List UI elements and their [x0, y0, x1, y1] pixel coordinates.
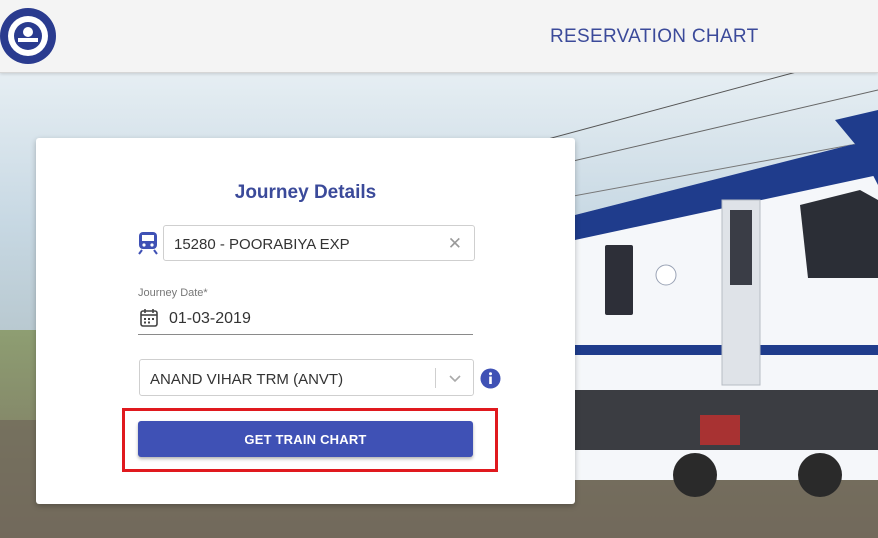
journey-details-card: Journey Details 15280 - POORABIYA EXP ✕ …	[36, 138, 575, 504]
train-input-value: 15280 - POORABIYA EXP	[174, 236, 350, 253]
chevron-down-icon[interactable]	[447, 370, 463, 386]
journey-date-field[interactable]: 01-03-2019	[169, 310, 251, 328]
train-icon	[138, 232, 158, 255]
card-title: Journey Details	[234, 182, 377, 203]
train-input[interactable]: 15280 - POORABIYA EXP ✕	[163, 225, 475, 261]
select-divider	[435, 368, 436, 388]
station-select[interactable]: ANAND VIHAR TRM (ANVT)	[139, 359, 474, 396]
date-field-underline	[138, 334, 473, 335]
calendar-icon[interactable]	[139, 308, 159, 328]
logo-icon[interactable]	[0, 4, 58, 68]
station-select-value: ANAND VIHAR TRM (ANVT)	[150, 371, 344, 388]
clear-icon[interactable]: ✕	[448, 234, 462, 254]
get-train-chart-button[interactable]: GET TRAIN CHART	[138, 421, 473, 457]
journey-date-label: Journey Date*	[138, 287, 208, 299]
info-icon[interactable]	[480, 368, 501, 389]
app-header: RESERVATION CHART	[0, 0, 878, 73]
page-title: RESERVATION CHART	[550, 26, 759, 47]
